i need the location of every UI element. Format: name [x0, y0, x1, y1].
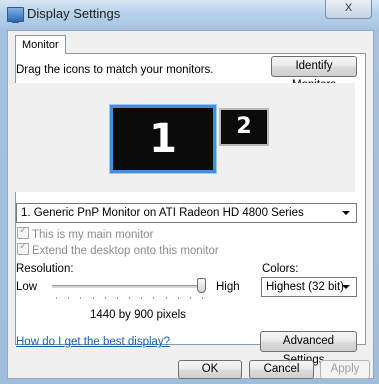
close-button[interactable]: X	[325, 0, 372, 19]
resolution-high-label: High	[216, 281, 240, 293]
slider-tick	[153, 297, 155, 299]
resolution-value: 1440 by 900 pixels	[90, 309, 186, 321]
extend-desktop-checkbox[interactable]: Extend the desktop onto this monitor	[17, 241, 219, 257]
identify-monitors-button[interactable]: Identify Monitors	[271, 56, 357, 91]
colors-select[interactable]: Highest (32 bit)	[261, 277, 357, 297]
colors-label: Colors:	[262, 263, 299, 275]
slider-tick	[80, 297, 82, 299]
monitor-arrangement-area: 1 2	[15, 83, 355, 192]
slider-tick	[92, 297, 94, 299]
resolution-low-label: Low	[16, 281, 38, 293]
slider-tick	[202, 297, 203, 299]
slider-tick	[165, 297, 167, 299]
main-monitor-checkbox[interactable]: This is my main monitor	[17, 225, 154, 241]
monitor-2-icon[interactable]: 2	[219, 108, 269, 146]
colors-select-value: Highest (32 bit)	[266, 281, 344, 293]
chevron-down-icon	[342, 211, 350, 215]
chevron-down-icon	[342, 285, 350, 289]
slider-tick	[68, 297, 70, 299]
cancel-button[interactable]: Cancel	[249, 360, 314, 379]
resolution-slider-thumb[interactable]	[197, 278, 206, 293]
help-link[interactable]: How do I get the best display?	[16, 336, 170, 348]
ok-button[interactable]: OK	[178, 360, 242, 379]
resolution-label: Resolution:	[16, 263, 74, 275]
title-bar[interactable]: Display Settings X	[0, 0, 379, 28]
instruction-text: Drag the icons to match your monitors.	[16, 64, 214, 76]
slider-tick	[141, 297, 143, 299]
advanced-settings-button[interactable]: Advanced Settings...	[260, 331, 357, 366]
extend-desktop-label: Extend the desktop onto this monitor	[32, 245, 219, 257]
monitor-1-icon[interactable]: 1	[110, 105, 216, 173]
monitor-select-value: 1. Generic PnP Monitor on ATI Radeon HD …	[21, 207, 304, 219]
slider-tick	[129, 297, 130, 299]
main-monitor-label: This is my main monitor	[32, 229, 154, 241]
display-settings-icon	[7, 7, 24, 23]
checkbox-icon	[17, 225, 29, 239]
resolution-slider-track[interactable]	[52, 285, 206, 289]
slider-tick	[189, 297, 191, 299]
slider-tick	[177, 297, 179, 299]
tab-monitor[interactable]: Monitor	[15, 35, 66, 54]
slider-tick	[56, 297, 57, 299]
window-title: Display Settings	[27, 6, 121, 21]
checkbox-icon	[17, 241, 29, 255]
monitor-select[interactable]: 1. Generic PnP Monitor on ATI Radeon HD …	[16, 203, 357, 223]
slider-tick	[116, 297, 118, 299]
slider-tick	[104, 297, 106, 299]
apply-button[interactable]: Apply	[320, 360, 370, 379]
